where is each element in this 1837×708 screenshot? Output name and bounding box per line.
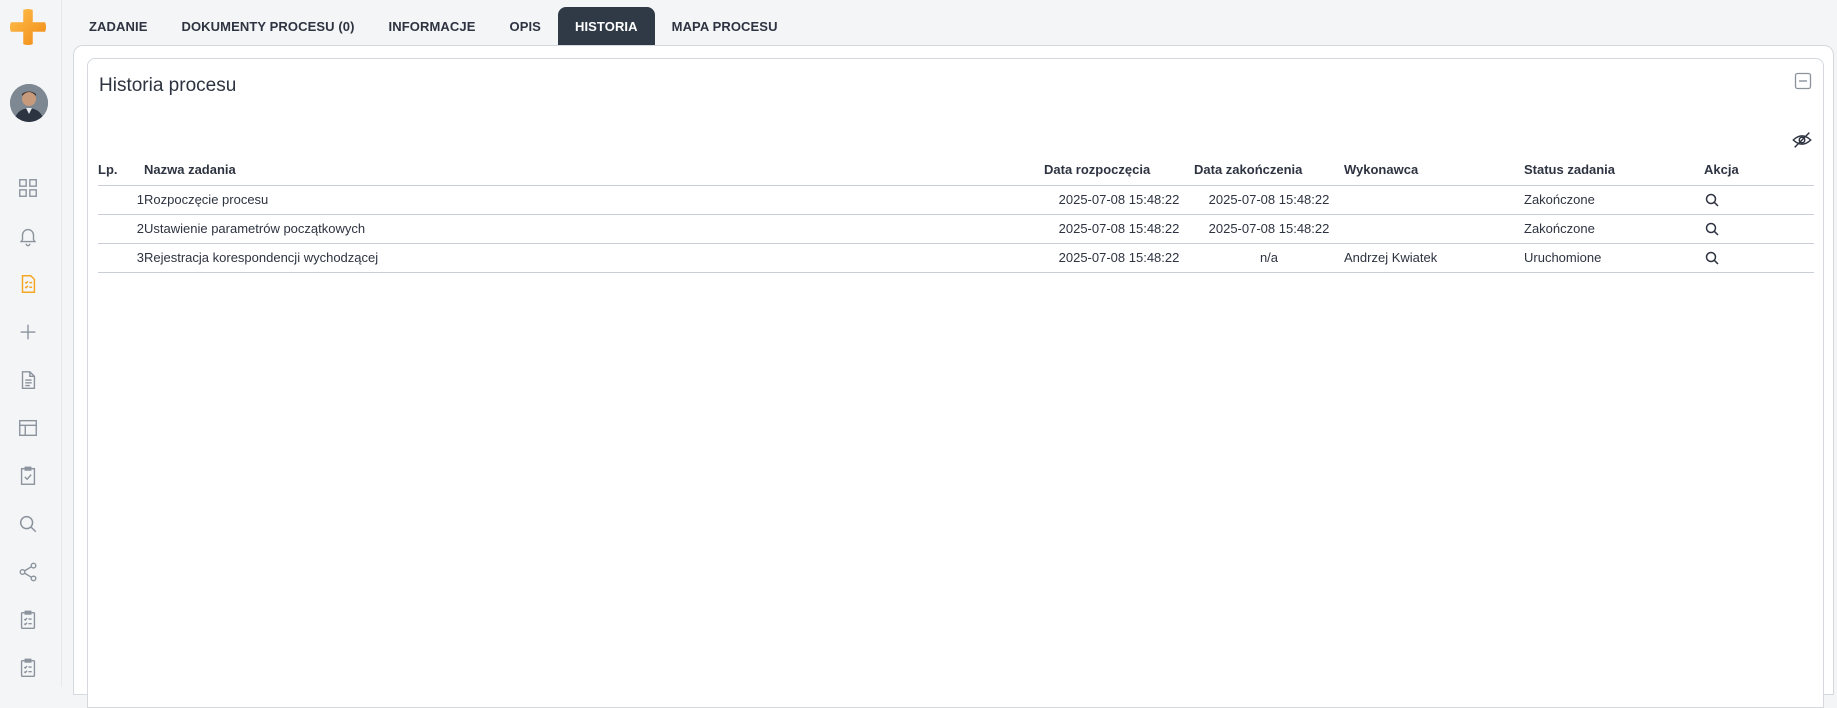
grid-icon[interactable] (16, 176, 40, 200)
minus-square-icon (1794, 72, 1812, 90)
table-row: 1 Rozpoczęcie procesu 2025-07-08 15:48:2… (98, 185, 1814, 215)
document-icon[interactable] (16, 368, 40, 392)
app-logo[interactable] (9, 8, 47, 46)
row-start-date: 2025-07-08 15:48:22 (1044, 185, 1194, 215)
sidebar (0, 0, 62, 687)
layout-icon[interactable] (16, 416, 40, 440)
tasks-icon[interactable] (16, 272, 40, 296)
header-name[interactable]: Nazwa zadania (144, 159, 1044, 186)
history-table: Lp. Nazwa zadania Data rozpoczęcia Data … (98, 159, 1814, 273)
eye-off-icon (1792, 132, 1812, 148)
row-lp: 1 (98, 185, 144, 215)
tab-bar: ZADANIE DOKUMENTY PROCESU (0) INFORMACJE… (72, 7, 795, 45)
tab-mapa-procesu[interactable]: MAPA PROCESU (655, 7, 795, 45)
table-row: 3 Rejestracja korespondencji wychodzącej… (98, 243, 1814, 273)
table-header-row: Lp. Nazwa zadania Data rozpoczęcia Data … (98, 159, 1814, 186)
row-status: Uruchomione (1524, 243, 1704, 273)
view-details-button[interactable] (1704, 250, 1720, 266)
tab-historia[interactable]: HISTORIA (557, 7, 655, 45)
header-lp[interactable]: Lp. (98, 159, 144, 186)
tab-content-panel: Historia procesu Lp. Nazwa zadania Data … (73, 45, 1834, 708)
row-executor (1344, 185, 1524, 215)
header-end-date[interactable]: Data zakończenia (1194, 159, 1344, 186)
row-action (1704, 214, 1814, 244)
view-details-button[interactable] (1704, 192, 1720, 208)
tab-dokumenty-procesu[interactable]: DOKUMENTY PROCESU (0) (164, 7, 371, 45)
checklist-icon[interactable] (16, 608, 40, 632)
process-history-card: Historia procesu Lp. Nazwa zadania Data … (87, 58, 1824, 708)
tab-opis[interactable]: OPIS (492, 7, 557, 45)
row-lp: 2 (98, 214, 144, 244)
search-icon (1705, 193, 1719, 207)
table-row: 2 Ustawienie parametrów początkowych 202… (98, 214, 1814, 244)
tab-zadanie[interactable]: ZADANIE (72, 7, 164, 45)
search-icon (1705, 251, 1719, 265)
row-executor: Andrzej Kwiatek (1344, 243, 1524, 273)
card-title: Historia procesu (99, 75, 237, 96)
main-content: ZADANIE DOKUMENTY PROCESU (0) INFORMACJE… (62, 0, 1837, 708)
row-start-date: 2025-07-08 15:48:22 (1044, 243, 1194, 273)
row-start-date: 2025-07-08 15:48:22 (1044, 214, 1194, 244)
row-name: Rejestracja korespondencji wychodzącej (144, 243, 1044, 273)
row-name: Ustawienie parametrów początkowych (144, 214, 1044, 244)
search-icon (1705, 222, 1719, 236)
row-executor (1344, 214, 1524, 244)
row-name: Rozpoczęcie procesu (144, 185, 1044, 215)
header-executor[interactable]: Wykonawca (1344, 159, 1524, 186)
row-action (1704, 185, 1814, 215)
header-action: Akcja (1704, 159, 1814, 186)
clipboard-check-icon[interactable] (16, 464, 40, 488)
row-end-date: 2025-07-08 15:48:22 (1194, 185, 1344, 215)
row-end-date: n/a (1194, 243, 1344, 273)
avatar[interactable] (10, 84, 48, 122)
search-icon[interactable] (16, 512, 40, 536)
share-icon[interactable] (16, 560, 40, 584)
row-lp: 3 (98, 243, 144, 273)
header-status[interactable]: Status zadania (1524, 159, 1704, 186)
row-status: Zakończone (1524, 185, 1704, 215)
row-action (1704, 243, 1814, 273)
row-end-date: 2025-07-08 15:48:22 (1194, 214, 1344, 244)
tab-informacje[interactable]: INFORMACJE (372, 7, 493, 45)
bell-icon[interactable] (16, 224, 40, 248)
toggle-visibility-button[interactable] (1791, 129, 1813, 151)
header-start-date[interactable]: Data rozpoczęcia (1044, 159, 1194, 186)
plus-icon[interactable] (16, 320, 40, 344)
row-status: Zakończone (1524, 214, 1704, 244)
view-details-button[interactable] (1704, 221, 1720, 237)
checklist-icon[interactable] (16, 656, 40, 680)
collapse-button[interactable] (1793, 71, 1813, 91)
